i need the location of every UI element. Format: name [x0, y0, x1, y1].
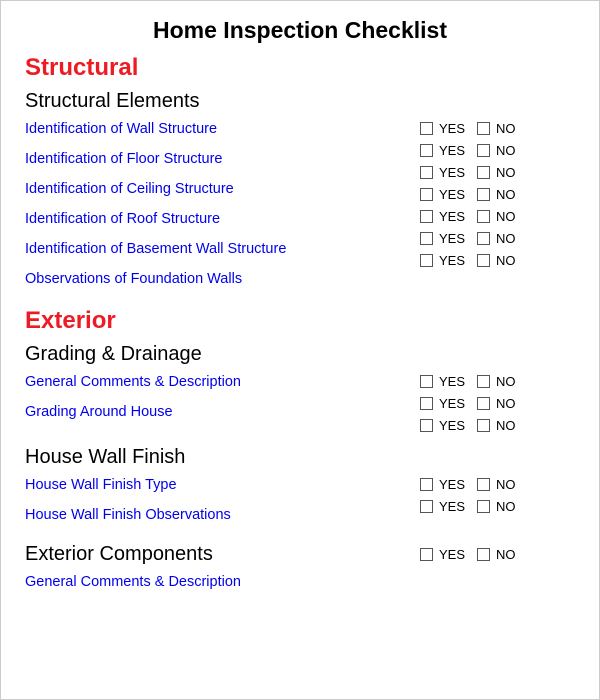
subsection-header: House Wall Finish: [25, 446, 575, 469]
yes-no-row: YES NO: [420, 499, 575, 514]
checklist-link[interactable]: General Comments & Description: [25, 374, 412, 390]
yes-no-row: YES NO: [420, 374, 575, 389]
checkbox-no[interactable]: [477, 122, 490, 135]
yes-no-row: YES NO: [420, 121, 575, 136]
yes-no-row: YES NO: [420, 143, 575, 158]
subsection-header: Grading & Drainage: [25, 343, 575, 366]
checkbox-no[interactable]: [477, 419, 490, 432]
checklist-link[interactable]: Identification of Basement Wall Structur…: [25, 241, 412, 257]
items-column: House Wall Finish Type House Wall Finish …: [25, 477, 420, 537]
checkbox-no[interactable]: [477, 375, 490, 388]
label-yes: YES: [439, 121, 471, 136]
yes-no-row: YES NO: [420, 396, 575, 411]
checkbox-no[interactable]: [477, 144, 490, 157]
yes-no-row: YES NO: [420, 209, 575, 224]
yes-no-row: YES NO: [420, 418, 575, 433]
checkbox-yes[interactable]: [420, 419, 433, 432]
label-yes: YES: [439, 253, 471, 268]
subsection-header: Exterior Components: [25, 543, 412, 566]
checklist-page: Home Inspection Checklist StructuralStru…: [0, 0, 600, 700]
checkbox-yes[interactable]: [420, 144, 433, 157]
checks-column: YES NO YES NO: [420, 477, 575, 521]
label-yes: YES: [439, 499, 471, 514]
subsection-row: Identification of Wall Structure Identifi…: [25, 121, 575, 301]
items-column: General Comments & Description Grading Ar…: [25, 374, 420, 434]
label-yes: YES: [439, 374, 471, 389]
checkbox-no[interactable]: [477, 210, 490, 223]
label-yes: YES: [439, 187, 471, 202]
label-no: NO: [496, 187, 516, 202]
subsection-row: General Comments & Description Grading Ar…: [25, 374, 575, 440]
yes-no-row: YES NO: [420, 253, 575, 268]
checklist-link[interactable]: Identification of Ceiling Structure: [25, 181, 412, 197]
checklist-link[interactable]: Grading Around House: [25, 404, 412, 420]
yes-no-row: YES NO: [420, 547, 575, 562]
checklist-link[interactable]: Identification of Wall Structure: [25, 121, 412, 137]
yes-no-row: YES NO: [420, 477, 575, 492]
checkbox-yes[interactable]: [420, 478, 433, 491]
items-column: Exterior Components General Comments & De…: [25, 537, 420, 604]
sections-container: Structural Structural Elements Identificat…: [25, 54, 575, 604]
label-yes: YES: [439, 231, 471, 246]
checkbox-yes[interactable]: [420, 397, 433, 410]
checkbox-yes[interactable]: [420, 548, 433, 561]
items-column: Identification of Wall Structure Identifi…: [25, 121, 420, 301]
checkbox-no[interactable]: [477, 166, 490, 179]
label-yes: YES: [439, 396, 471, 411]
label-no: NO: [496, 165, 516, 180]
label-no: NO: [496, 231, 516, 246]
label-no: NO: [496, 209, 516, 224]
section-header: Exterior: [25, 307, 575, 335]
checklist-link[interactable]: House Wall Finish Type: [25, 477, 412, 493]
label-no: NO: [496, 547, 516, 562]
label-yes: YES: [439, 165, 471, 180]
checkbox-yes[interactable]: [420, 375, 433, 388]
label-yes: YES: [439, 547, 471, 562]
label-no: NO: [496, 477, 516, 492]
checkbox-yes[interactable]: [420, 500, 433, 513]
checks-column: YES NO YES NO YES NO YES NO YES NO YES NO YES NO: [420, 121, 575, 275]
yes-no-row: YES NO: [420, 231, 575, 246]
checkbox-yes[interactable]: [420, 210, 433, 223]
label-no: NO: [496, 143, 516, 158]
label-no: NO: [496, 121, 516, 136]
label-yes: YES: [439, 143, 471, 158]
label-yes: YES: [439, 418, 471, 433]
checkbox-yes[interactable]: [420, 232, 433, 245]
checkbox-no[interactable]: [477, 397, 490, 410]
checkbox-yes[interactable]: [420, 166, 433, 179]
checkbox-yes[interactable]: [420, 122, 433, 135]
checkbox-no[interactable]: [477, 232, 490, 245]
checkbox-yes[interactable]: [420, 188, 433, 201]
checklist-link[interactable]: Identification of Roof Structure: [25, 211, 412, 227]
label-no: NO: [496, 396, 516, 411]
label-no: NO: [496, 374, 516, 389]
subsection-row: House Wall Finish Type House Wall Finish …: [25, 477, 575, 537]
checkbox-no[interactable]: [477, 188, 490, 201]
checks-column: YES NO: [420, 537, 575, 569]
checkbox-no[interactable]: [477, 254, 490, 267]
checkbox-yes[interactable]: [420, 254, 433, 267]
label-yes: YES: [439, 477, 471, 492]
yes-no-row: YES NO: [420, 165, 575, 180]
yes-no-row: YES NO: [420, 187, 575, 202]
checkbox-no[interactable]: [477, 548, 490, 561]
page-title: Home Inspection Checklist: [25, 17, 575, 44]
subsection-row: Exterior Components General Comments & De…: [25, 537, 575, 604]
label-yes: YES: [439, 209, 471, 224]
checks-column: YES NO YES NO YES NO: [420, 374, 575, 440]
checklist-link[interactable]: Identification of Floor Structure: [25, 151, 412, 167]
checkbox-no[interactable]: [477, 478, 490, 491]
checklist-link[interactable]: House Wall Finish Observations: [25, 507, 412, 523]
checkbox-no[interactable]: [477, 500, 490, 513]
label-no: NO: [496, 418, 516, 433]
label-no: NO: [496, 253, 516, 268]
checklist-link[interactable]: Observations of Foundation Walls: [25, 271, 412, 287]
checklist-link[interactable]: General Comments & Description: [25, 574, 412, 590]
section-header: Structural: [25, 54, 575, 82]
label-no: NO: [496, 499, 516, 514]
subsection-header: Structural Elements: [25, 90, 575, 113]
